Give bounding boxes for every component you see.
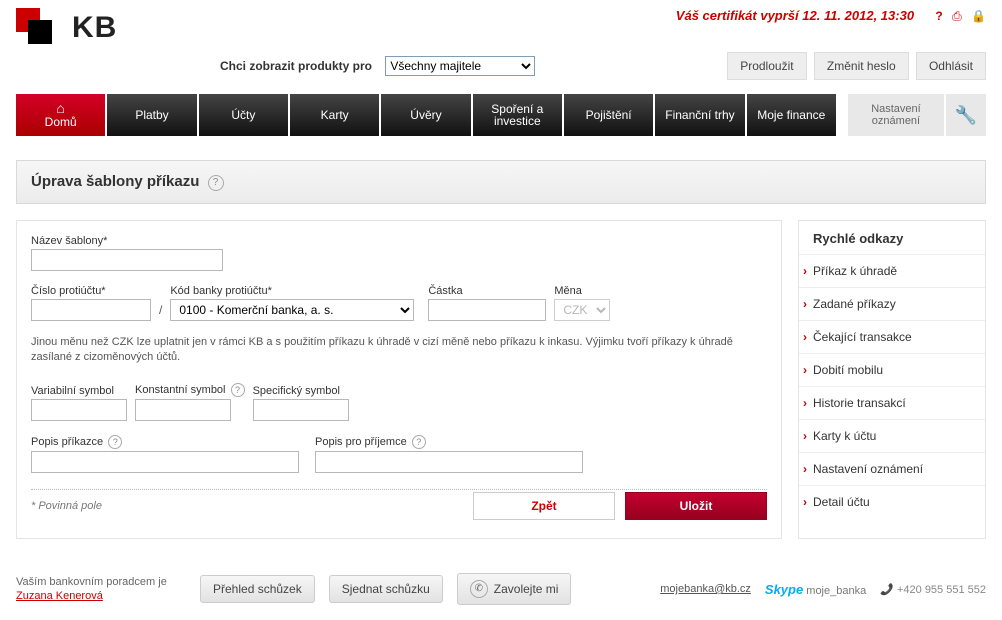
payer-desc-label: Popis příkazce ? (31, 435, 299, 449)
tab-loans[interactable]: Úvěry (381, 94, 470, 136)
ks-label: Konstantní symbol ? (135, 383, 245, 397)
amount-label: Částka (428, 285, 546, 297)
quick-link[interactable]: Nastavení oznámení (799, 452, 985, 485)
tab-insurance[interactable]: Pojištění (564, 94, 653, 136)
currency-note: Jinou měnu než CZK lze uplatnit jen v rá… (31, 335, 767, 365)
quick-link[interactable]: Zadané příkazy (799, 287, 985, 320)
products-label: Chci zobrazit produkty pro (220, 59, 372, 73)
certificate-warning: Váš certifikát vyprší 12. 11. 2012, 13:3… (676, 8, 914, 23)
counter-account-label: Číslo protiúčtu* (31, 285, 151, 297)
wrench-icon: 🔧 (955, 105, 977, 126)
quick-link[interactable]: Dobití mobilu (799, 353, 985, 386)
tab-cards[interactable]: Karty (290, 94, 379, 136)
title-help-icon[interactable]: ? (208, 175, 224, 191)
page-title: Úprava šablony příkazu (31, 173, 199, 190)
payee-desc-input[interactable] (315, 451, 583, 473)
logo-mark (16, 8, 62, 48)
payer-desc-input[interactable] (31, 451, 299, 473)
amount-input[interactable] (428, 299, 546, 321)
logo-text: KB (72, 11, 117, 45)
template-name-label: Název šablony* (31, 235, 767, 247)
payee-desc-help-icon[interactable]: ? (412, 435, 426, 449)
template-name-input[interactable] (31, 249, 223, 271)
home-icon: ⌂ (20, 101, 101, 115)
products-select[interactable]: Všechny majitele (385, 56, 535, 76)
divider (31, 489, 767, 490)
advisor-block: Vaším bankovním poradcem je Zuzana Kener… (16, 575, 186, 603)
print-icon[interactable]: ⎙ (952, 9, 962, 24)
vs-label: Variabilní symbol (31, 385, 127, 397)
skype-name[interactable]: moje_banka (806, 585, 866, 597)
ks-help-icon[interactable]: ? (231, 383, 245, 397)
advisor-name-link[interactable]: Zuzana Kenerová (16, 590, 103, 602)
tab-home-label: Domů (20, 115, 101, 129)
quick-link[interactable]: Historie transakcí (799, 386, 985, 419)
logout-button[interactable]: Odhlásit (916, 52, 986, 80)
tab-accounts[interactable]: Účty (199, 94, 288, 136)
tab-my-finance[interactable]: Moje finance (747, 94, 836, 136)
vs-input[interactable] (31, 399, 127, 421)
ss-label: Specifický symbol (253, 385, 349, 397)
save-button[interactable]: Uložit (625, 492, 767, 520)
main-nav: ⌂ Domů Platby Účty Karty Úvěry Spoření a… (0, 94, 1002, 136)
quick-link[interactable]: Karty k účtu (799, 419, 985, 452)
arrange-meeting-button[interactable]: Sjednat schůzku (329, 575, 443, 603)
email-link[interactable]: mojebanka@kb.cz (660, 583, 751, 595)
footer: Vaším bankovním poradcem je Zuzana Kener… (16, 573, 986, 605)
quick-link[interactable]: Detail účtu (799, 485, 985, 518)
bank-code-select[interactable]: 0100 - Komerční banka, a. s. (170, 299, 414, 321)
quick-links-panel: Rychlé odkazy Příkaz k úhradě Zadané pří… (798, 220, 986, 539)
back-button[interactable]: Zpět (473, 492, 615, 520)
tab-home[interactable]: ⌂ Domů (16, 94, 105, 136)
payee-desc-label: Popis pro příjemce ? (315, 435, 583, 449)
tools-button[interactable]: 🔧 (946, 94, 986, 136)
bank-code-label: Kód banky protiúčtu* (170, 285, 414, 297)
change-password-button[interactable]: Změnit heslo (814, 52, 909, 80)
currency-label: Měna (554, 285, 610, 297)
tab-markets[interactable]: Finanční trhy (655, 94, 744, 136)
call-me-button[interactable]: ✆Zavolejte mi (457, 573, 572, 605)
meetings-overview-button[interactable]: Přehled schůzek (200, 575, 315, 603)
help-icon[interactable]: ? (935, 9, 942, 23)
advisor-lead: Vaším bankovním poradcem je (16, 576, 167, 588)
slash-separator: / (159, 303, 162, 321)
quick-link[interactable]: Příkaz k úhradě (799, 254, 985, 287)
quick-links-title: Rychlé odkazy (813, 231, 985, 246)
extend-button[interactable]: Prodloužit (727, 52, 806, 80)
skype-icon: Skype (765, 582, 803, 597)
lock-icon[interactable]: 🔒 (971, 9, 986, 23)
payer-desc-help-icon[interactable]: ? (108, 435, 122, 449)
tab-savings[interactable]: Spoření a investice (473, 94, 562, 136)
phone-icon: 📞 (880, 583, 894, 596)
quick-link[interactable]: Čekající transakce (799, 320, 985, 353)
tab-payments[interactable]: Platby (107, 94, 196, 136)
page-title-bar: Úprava šablony příkazu ? (16, 160, 986, 204)
form-panel: Název šablony* Číslo protiúčtu* / Kód ba… (16, 220, 782, 539)
tab-notification-settings[interactable]: Nastavení oznámení (848, 94, 944, 136)
counter-account-input[interactable] (31, 299, 151, 321)
logo[interactable]: KB (16, 8, 117, 48)
telephone: 📞 +420 955 551 552 (880, 583, 986, 596)
ss-input[interactable] (253, 399, 349, 421)
ks-input[interactable] (135, 399, 231, 421)
phone-circle-icon: ✆ (470, 580, 488, 598)
currency-select: CZK (554, 299, 610, 321)
